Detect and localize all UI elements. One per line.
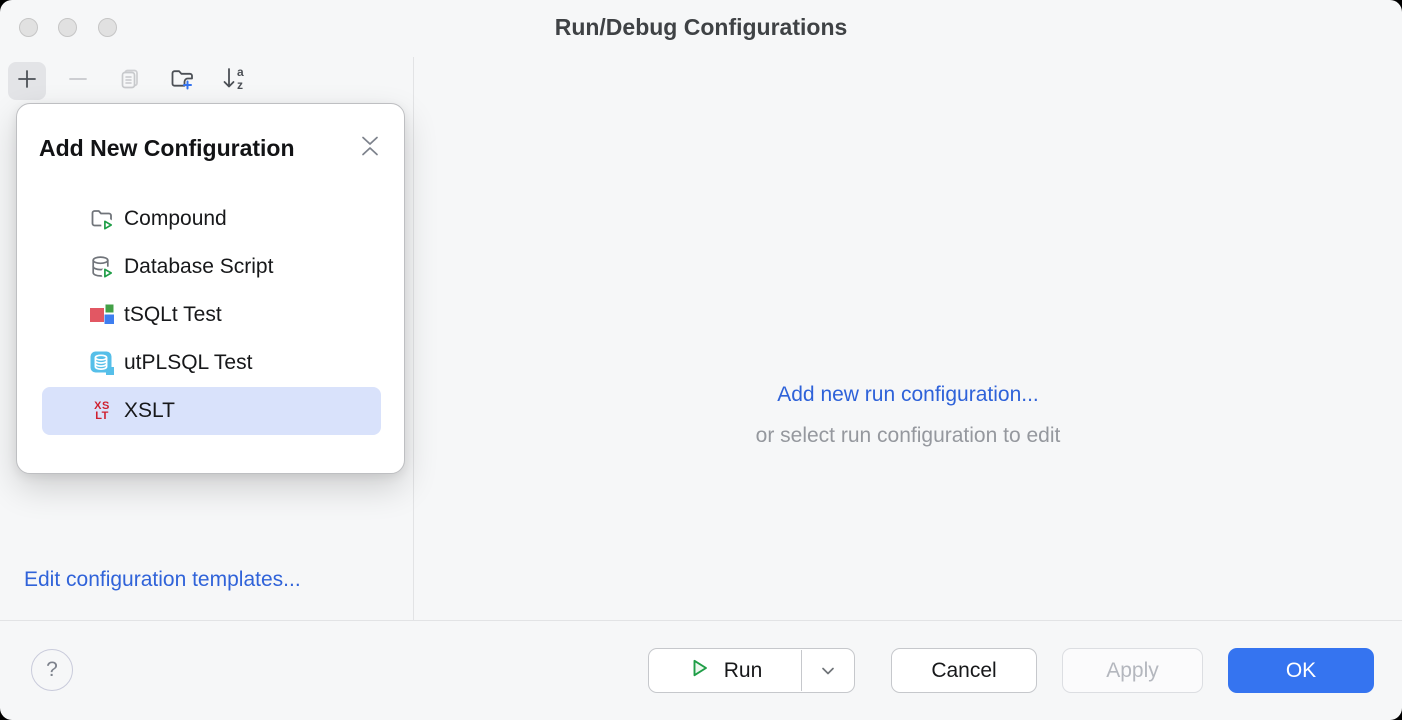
chevron-down-icon	[819, 659, 837, 683]
remove-configuration-button[interactable]	[59, 62, 97, 100]
new-folder-icon	[169, 66, 195, 97]
panel-divider	[413, 57, 414, 620]
cancel-button[interactable]: Cancel	[891, 648, 1037, 693]
svg-text:z: z	[237, 78, 243, 92]
ok-button[interactable]: OK	[1228, 648, 1374, 693]
footer-buttons: Run Cancel Apply OK	[648, 648, 1374, 693]
copy-configuration-button[interactable]	[111, 62, 149, 100]
list-item-label: XSLT	[124, 399, 175, 423]
tsqlt-icon	[89, 302, 115, 328]
collapse-icon	[359, 133, 381, 164]
run-button-label: Run	[724, 659, 763, 683]
svg-text:a: a	[237, 65, 244, 79]
popup-title: Add New Configuration	[39, 135, 295, 162]
add-configuration-button[interactable]	[8, 62, 46, 100]
copy-icon	[118, 67, 142, 96]
list-item-label: tSQLt Test	[124, 303, 222, 327]
sort-configurations-button[interactable]: a z	[216, 62, 254, 100]
list-item-compound[interactable]: Compound	[42, 195, 381, 243]
new-folder-button[interactable]	[163, 62, 201, 100]
collapse-popup-button[interactable]	[358, 135, 382, 161]
xslt-icon: XSLT	[89, 398, 115, 424]
help-button[interactable]: ?	[31, 649, 73, 691]
add-new-run-configuration-link[interactable]: Add new run configuration...	[777, 383, 1039, 406]
run-debug-configurations-dialog: Run/Debug Configurations	[0, 0, 1402, 720]
dialog-title: Run/Debug Configurations	[0, 14, 1402, 41]
list-item-xslt[interactable]: XSLT XSLT	[42, 387, 381, 435]
list-item-database-script[interactable]: Database Script	[42, 243, 381, 291]
run-options-dropdown[interactable]	[802, 649, 854, 692]
add-new-configuration-popup: Add New Configuration Compound	[16, 103, 405, 474]
minus-icon	[66, 67, 90, 96]
question-mark-icon: ?	[46, 658, 58, 682]
list-item-label: utPLSQL Test	[124, 351, 252, 375]
edit-configuration-templates-link[interactable]: Edit configuration templates...	[24, 568, 301, 592]
plus-icon	[15, 67, 39, 96]
empty-state: Add new run configuration... or select r…	[414, 383, 1402, 448]
title-bar: Run/Debug Configurations	[0, 0, 1402, 56]
footer-divider	[0, 620, 1402, 621]
list-item-label: Database Script	[124, 255, 273, 279]
configuration-type-list: Compound Database Script	[42, 195, 381, 435]
list-item-utplsql-test[interactable]: utPLSQL Test	[42, 339, 381, 387]
run-play-icon	[688, 656, 712, 686]
list-item-label: Compound	[124, 207, 227, 231]
list-item-tsqlt-test[interactable]: tSQLt Test	[42, 291, 381, 339]
utplsql-icon	[89, 350, 115, 376]
apply-button[interactable]: Apply	[1062, 648, 1203, 693]
run-split-button: Run	[648, 648, 855, 693]
run-button[interactable]: Run	[649, 649, 801, 692]
database-script-icon	[89, 254, 115, 280]
sort-alphabetically-icon: a z	[220, 65, 250, 98]
empty-state-subtitle: or select run configuration to edit	[414, 424, 1402, 448]
compound-icon	[89, 206, 115, 232]
